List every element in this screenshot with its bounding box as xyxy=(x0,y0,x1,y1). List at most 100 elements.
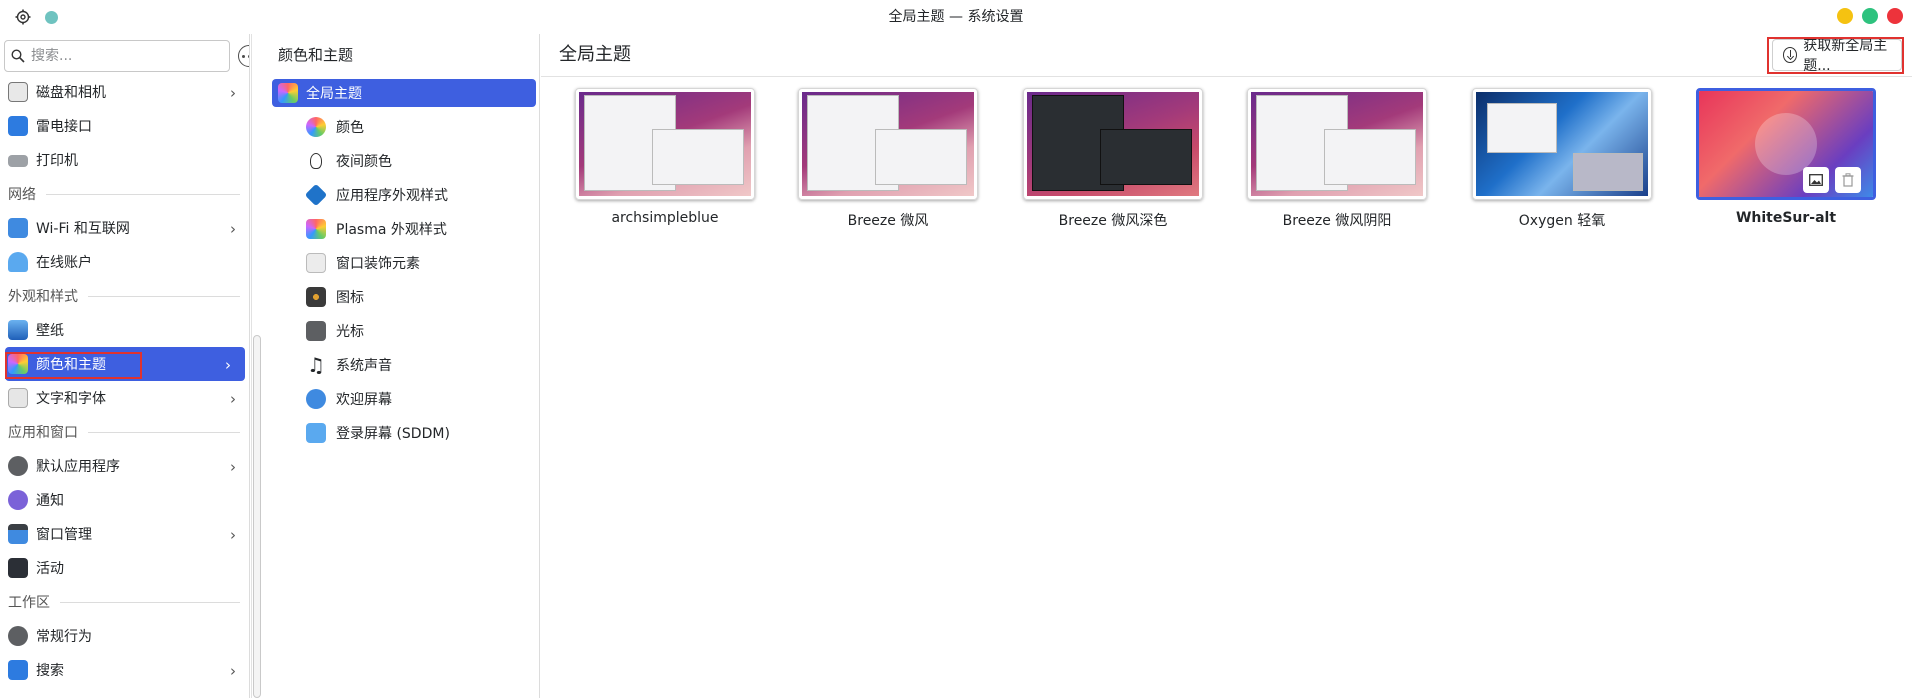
close-button[interactable] xyxy=(1887,8,1903,24)
sidebar-item-label: 磁盘和相机 xyxy=(36,85,106,101)
sidebar-item-label: 常规行为 xyxy=(36,629,92,645)
sidebar-item-label: 通知 xyxy=(36,493,64,509)
sidebar-item-activities[interactable]: 活动 xyxy=(0,551,249,585)
subcategory-item-window-decorations[interactable]: 窗口装饰元素 xyxy=(272,246,536,280)
theme-preview[interactable] xyxy=(1247,88,1427,200)
subcategory-item-colors[interactable]: 颜色 xyxy=(272,110,536,144)
colors-icon xyxy=(306,117,326,137)
window-decorations-icon xyxy=(306,253,326,273)
subcategory-item-night-color[interactable]: 夜间颜色 xyxy=(272,144,536,178)
sidebar-item-notifications[interactable]: 通知 xyxy=(0,483,249,517)
subcategory-item-system-sounds[interactable]: ♫ 系统声音 xyxy=(272,348,536,382)
window-title: 全局主题 — 系统设置 xyxy=(888,9,1024,25)
fonts-icon xyxy=(8,388,28,408)
theme-card-breeze[interactable]: Breeze 微风 xyxy=(798,88,978,230)
chevron-right-icon: › xyxy=(225,356,231,374)
sidebar-item-printers[interactable]: 打印机 xyxy=(0,143,249,177)
theme-name: WhiteSur-alt xyxy=(1735,210,1837,226)
chevron-right-icon: › xyxy=(230,390,236,408)
theme-name: Breeze 微风 xyxy=(847,213,929,229)
subcategory-item-cursors[interactable]: 光标 xyxy=(272,314,536,348)
sidebar-item-search[interactable]: 搜索 › xyxy=(0,653,249,687)
theme-preview[interactable] xyxy=(798,88,978,200)
icons-grid-icon xyxy=(306,287,326,307)
theme-card-whitesur-alt[interactable]: WhiteSur-alt xyxy=(1696,88,1876,226)
sidebar-item-default-apps[interactable]: 默认应用程序 › xyxy=(0,449,249,483)
theme-card-archsimpleblue[interactable]: archsimpleblue xyxy=(575,88,755,226)
main-divider xyxy=(541,76,1912,77)
subcategory-item-icons[interactable]: 图标 xyxy=(272,280,536,314)
music-note-icon: ♫ xyxy=(307,353,325,377)
subcategory-item-login-screen[interactable]: 登录屏幕 (SDDM) xyxy=(272,416,536,450)
subcategory-label: 系统声音 xyxy=(336,358,392,374)
global-theme-icon xyxy=(278,83,298,103)
sidebar-item-window-management[interactable]: 窗口管理 › xyxy=(0,517,249,551)
hamburger-menu-button[interactable] xyxy=(238,45,249,67)
sidebar-divider xyxy=(251,34,252,698)
search-input[interactable]: 搜索... xyxy=(4,40,230,72)
subcategory-label: 光标 xyxy=(336,324,364,340)
minimize-button[interactable] xyxy=(1837,8,1853,24)
default-apps-icon xyxy=(8,456,28,476)
theme-preview[interactable] xyxy=(575,88,755,200)
delete-trash-icon[interactable] xyxy=(1835,167,1861,193)
sidebar-item-thunderbolt[interactable]: 雷电接口 xyxy=(0,109,249,143)
maximize-button[interactable] xyxy=(1862,8,1878,24)
sidebar-item-label: Wi-Fi 和互联网 xyxy=(36,221,130,237)
section-workspace: 工作区 xyxy=(0,585,249,619)
section-network: 网络 xyxy=(0,177,249,211)
subcategory-item-plasma-style[interactable]: Plasma 外观样式 xyxy=(272,212,536,246)
activities-icon xyxy=(8,558,28,578)
subcategory-label: 全局主题 xyxy=(306,86,362,102)
sidebar-item-label: 活动 xyxy=(36,561,64,577)
subcategory-label: 夜间颜色 xyxy=(336,154,392,170)
wallpaper-icon xyxy=(8,320,28,340)
sidebar-item-wifi[interactable]: Wi-Fi 和互联网 › xyxy=(0,211,249,245)
theme-name: Breeze 微风深色 xyxy=(1058,213,1168,229)
sidebar-item-label: 默认应用程序 xyxy=(36,459,120,475)
subcategory-label: Plasma 外观样式 xyxy=(336,222,447,238)
subcategory-item-splash-screen[interactable]: 欢迎屏幕 xyxy=(272,382,536,416)
theme-card-breeze-dark[interactable]: Breeze 微风深色 xyxy=(1023,88,1203,230)
subcategory-item-global-theme[interactable]: 全局主题 xyxy=(272,79,536,107)
subcategory-item-app-style[interactable]: 应用程序外观样式 xyxy=(272,178,536,212)
theme-preview[interactable] xyxy=(1472,88,1652,200)
subcategory-label: 登录屏幕 (SDDM) xyxy=(336,426,450,442)
section-label: 工作区 xyxy=(8,595,50,611)
search-icon xyxy=(11,49,25,67)
sidebar-item-online-accounts[interactable]: 在线账户 xyxy=(0,245,249,279)
section-label: 外观和样式 xyxy=(8,289,78,305)
sidebar-item-label: 搜索 xyxy=(36,663,64,679)
sidebar-item-disks-cameras[interactable]: 磁盘和相机 › xyxy=(0,75,249,109)
sidebar-item-label: 雷电接口 xyxy=(36,119,92,135)
sidebar-item-label: 在线账户 xyxy=(36,255,92,271)
subcategory-panel: 颜色和主题 全局主题 颜色 夜间颜色 应用程序外观样式 Plasma 外观样式 … xyxy=(268,34,540,698)
sidebar-item-fonts[interactable]: 文字和字体 › xyxy=(0,381,249,415)
wifi-icon xyxy=(8,218,28,238)
chevron-right-icon: › xyxy=(230,458,236,476)
lightbulb-icon xyxy=(310,153,322,169)
section-appearance: 外观和样式 xyxy=(0,279,249,313)
sidebar-item-label: 文字和字体 xyxy=(36,391,106,407)
search-placeholder: 搜索... xyxy=(31,48,73,64)
app-style-icon xyxy=(304,183,328,207)
sidebar-item-wallpaper[interactable]: 壁纸 xyxy=(0,313,249,347)
theme-preview[interactable] xyxy=(1696,88,1876,200)
sidebar-list: 磁盘和相机 › 雷电接口 打印机 网络 Wi-Fi 和互联网 › 在线账户 外观… xyxy=(0,75,249,687)
section-apps: 应用和窗口 xyxy=(0,415,249,449)
notifications-icon xyxy=(8,490,28,510)
sidebar-item-label: 打印机 xyxy=(36,153,78,169)
printer-icon xyxy=(8,155,28,167)
theme-preview[interactable] xyxy=(1023,88,1203,200)
sidebar-item-general-behavior[interactable]: 常规行为 xyxy=(0,619,249,653)
subcategory-label: 欢迎屏幕 xyxy=(336,392,392,408)
section-label: 网络 xyxy=(8,187,36,203)
sidebar-scrollbar[interactable] xyxy=(253,335,261,698)
subcategory-label: 应用程序外观样式 xyxy=(336,188,448,204)
theme-card-breeze-twilight[interactable]: Breeze 微风阴阳 xyxy=(1247,88,1427,230)
apple-logo-icon xyxy=(1755,113,1817,175)
preview-image-icon[interactable] xyxy=(1803,167,1829,193)
title-bar: 全局主题 — 系统设置 xyxy=(0,0,1912,34)
section-label: 应用和窗口 xyxy=(8,425,78,441)
theme-card-oxygen[interactable]: Oxygen 轻氧 xyxy=(1472,88,1652,230)
